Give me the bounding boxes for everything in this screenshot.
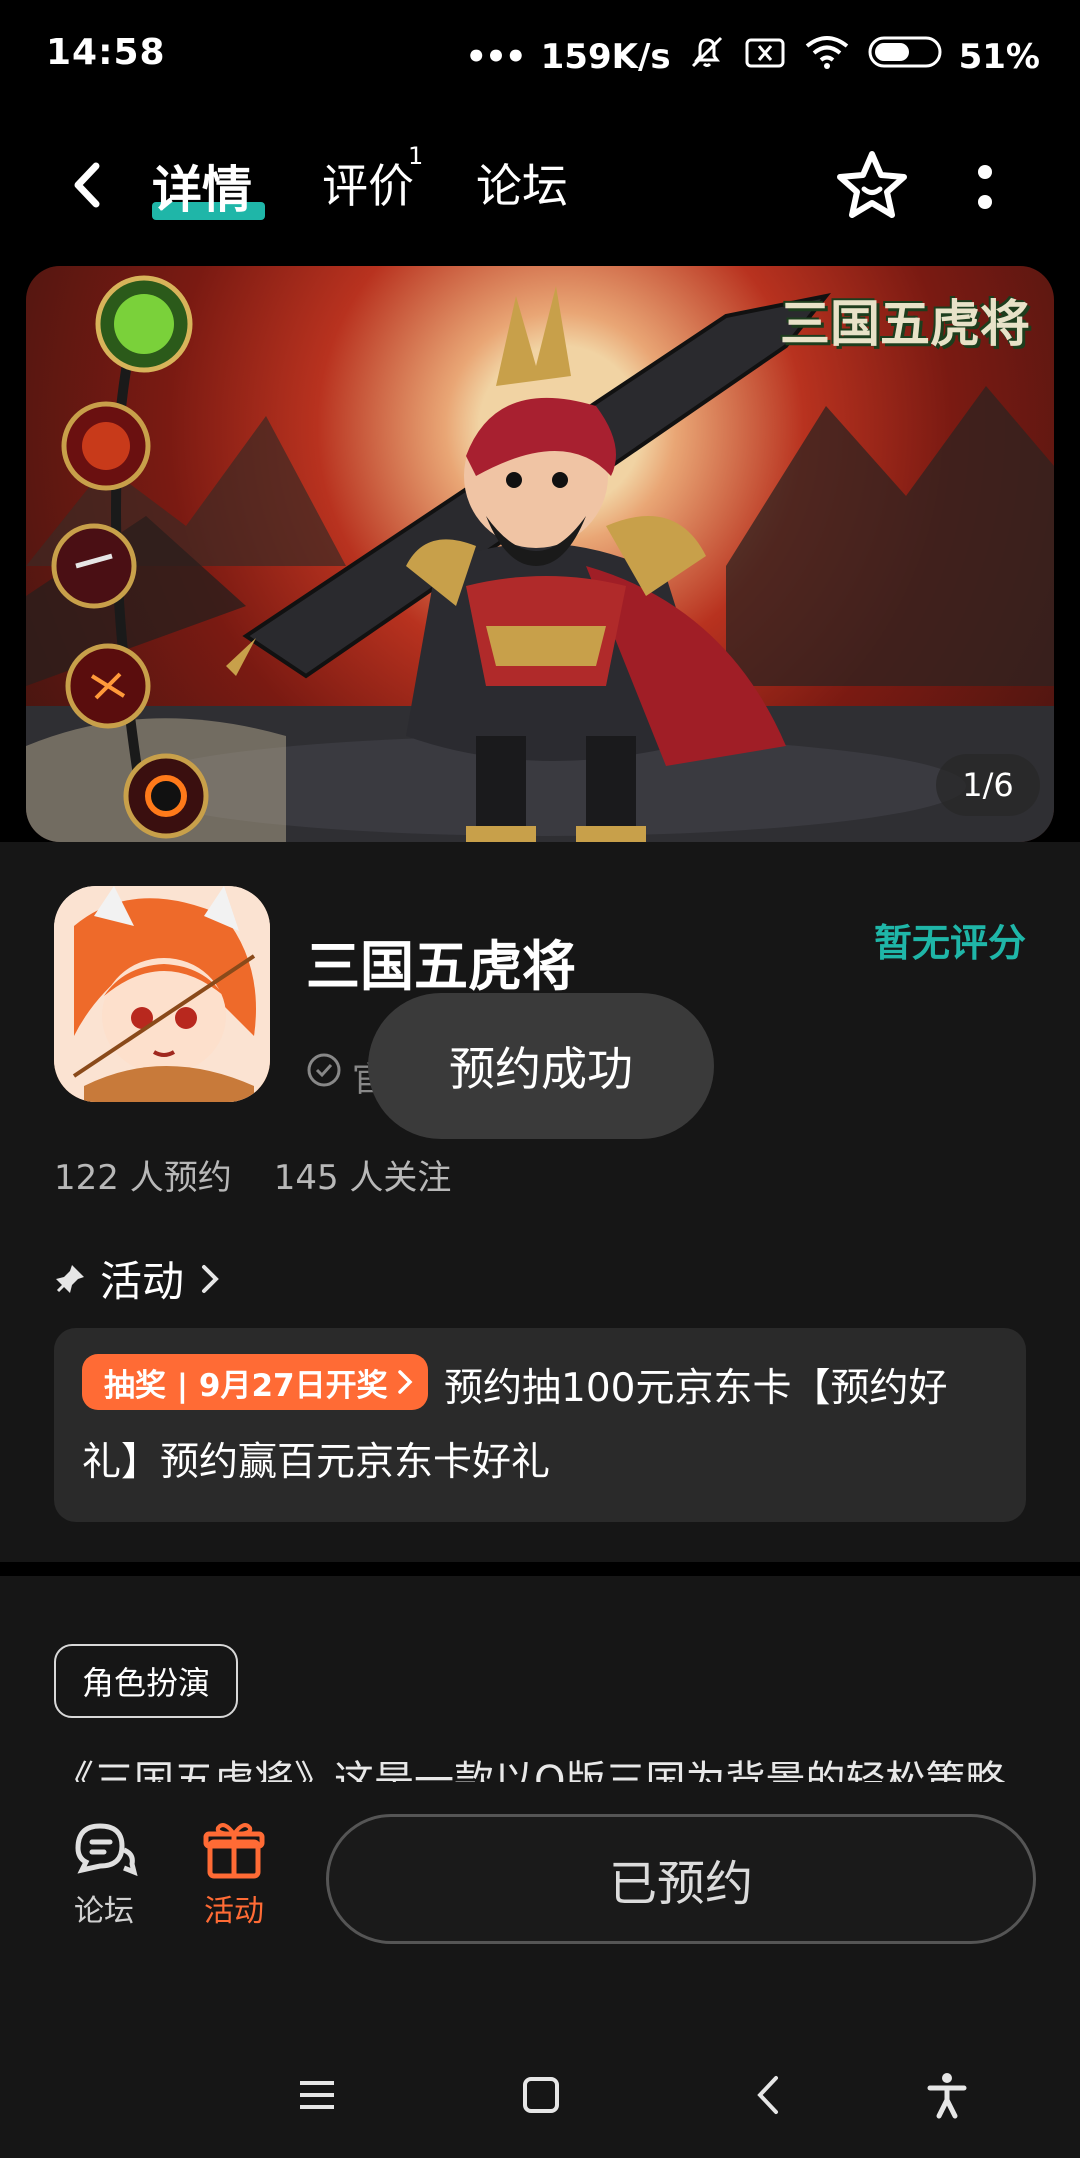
- follower-count: 145 人关注: [273, 1158, 452, 1198]
- tab-forum[interactable]: 论坛: [476, 150, 568, 216]
- gift-icon: [203, 1823, 265, 1879]
- recents-button[interactable]: [292, 2070, 342, 2120]
- toast-message: 预约成功: [368, 993, 714, 1139]
- verified-icon: [306, 1052, 342, 1088]
- tab-detail[interactable]: 详情: [152, 150, 252, 222]
- home-button[interactable]: [516, 2070, 566, 2120]
- mute-bell-icon: [687, 32, 727, 81]
- lottery-badge-label: 抽奖 | 9月27日开奖: [104, 1367, 388, 1404]
- reservation-count: 122 人预约: [54, 1158, 232, 1198]
- menu-icon: [300, 2081, 334, 2109]
- status-right: ••• 159K/s 51%: [465, 32, 1040, 81]
- back-icon: [74, 162, 100, 208]
- activity-section-header[interactable]: 活动: [54, 1248, 222, 1309]
- app-title: 三国五虎将: [306, 935, 576, 998]
- net-speed: 159K/s: [540, 36, 671, 77]
- accessibility-button[interactable]: [922, 2070, 972, 2120]
- battery-percent: 51%: [958, 36, 1040, 77]
- status-dots: •••: [465, 36, 526, 77]
- game-logo: 三国五虎将: [780, 294, 1030, 353]
- carousel-counter: 1/6: [936, 754, 1040, 816]
- genre-tag[interactable]: 角色扮演: [54, 1644, 239, 1718]
- wifi-icon: [803, 32, 851, 81]
- back-triangle-icon: [757, 2076, 778, 2114]
- lottery-badge: 抽奖 | 9月27日开奖: [82, 1354, 428, 1410]
- more-button[interactable]: [972, 158, 998, 218]
- chevron-right-icon: [397, 1370, 413, 1394]
- bottom-nav-forum[interactable]: 论坛: [62, 1818, 146, 1930]
- section-divider: [0, 1562, 1080, 1576]
- pin-icon: [56, 1264, 84, 1293]
- stats-row: 122 人预约 145 人关注: [54, 1150, 451, 1199]
- more-icon: [978, 165, 992, 209]
- back-button[interactable]: [62, 150, 122, 220]
- sim-x-icon: [743, 32, 787, 81]
- star-icon: [837, 151, 907, 218]
- status-time: 14:58: [46, 32, 166, 73]
- bottom-nav-activity[interactable]: 活动: [192, 1818, 276, 1930]
- screenshot-carousel[interactable]: 三国五虎将 1/6: [26, 266, 1054, 842]
- system-nav-bar: [0, 1972, 1080, 2158]
- tab-review[interactable]: 评价: [322, 150, 414, 216]
- app-icon: [54, 886, 270, 1102]
- rating-status: 暂无评分: [873, 921, 1026, 965]
- activity-card[interactable]: 预约抽100元京东卡【预约好礼】预约赢百元京东卡好礼 抽奖 | 9月27日开奖: [54, 1328, 1026, 1522]
- review-count-badge: 1: [408, 142, 424, 170]
- system-back-button[interactable]: [744, 2070, 794, 2120]
- activity-label: 活动: [100, 1257, 185, 1306]
- accessibility-icon: [927, 2073, 967, 2119]
- chevron-right-icon: [202, 1264, 219, 1293]
- activity-nav-label: 活动: [204, 1894, 264, 1929]
- favorite-button[interactable]: [832, 146, 912, 226]
- battery-icon: [867, 32, 943, 81]
- forum-icon: [75, 1823, 138, 1877]
- reserved-button[interactable]: 已预约: [326, 1814, 1036, 1944]
- app-icon-artwork: [54, 886, 270, 1102]
- forum-nav-label: 论坛: [74, 1894, 134, 1929]
- home-square-icon: [523, 2077, 559, 2113]
